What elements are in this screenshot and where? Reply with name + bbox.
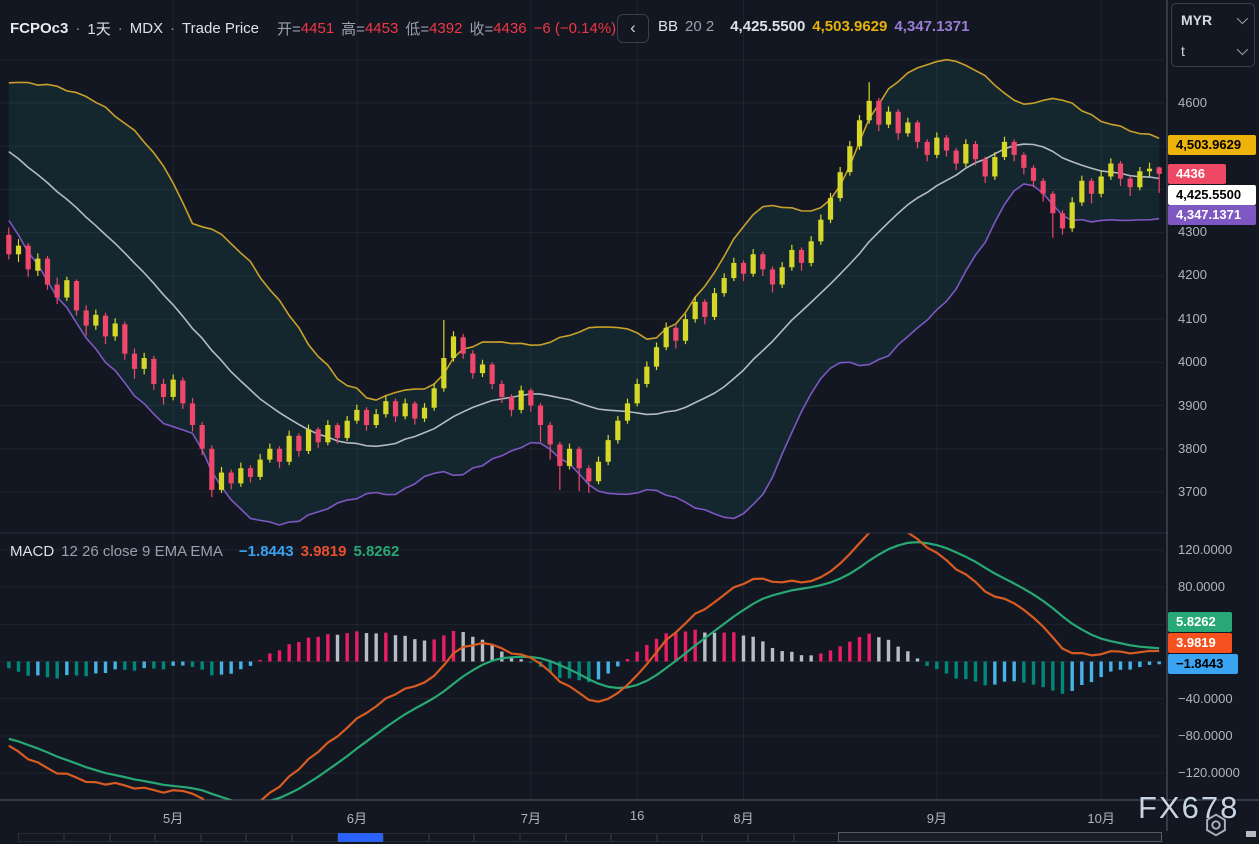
low-label: 低= [405, 18, 429, 39]
bb-params: 20 2 [685, 18, 714, 35]
scrollbar-segment[interactable] [429, 833, 475, 842]
bb-legend[interactable]: BB 20 2 4,425.5500 4,503.9629 4,347.1371 [658, 18, 969, 35]
scrollbar-segment[interactable] [64, 833, 110, 842]
separator-dot: · [118, 20, 123, 37]
price-axis-label: 4600 [1178, 95, 1207, 111]
scrollbar-range-box[interactable] [838, 832, 1162, 842]
scrollbar-segment[interactable] [702, 833, 748, 842]
scrollbar-active-segment[interactable] [338, 833, 384, 842]
close-label: 收= [469, 18, 493, 39]
scrollbar-corner[interactable] [1246, 831, 1256, 837]
high-value: 4453 [365, 20, 398, 37]
time-axis-label: 8月 [733, 808, 753, 827]
price-axis-label: 3900 [1178, 398, 1207, 414]
separator-dot: · [170, 20, 175, 37]
bb-name: BB [658, 18, 678, 35]
scrollbar-segment[interactable] [246, 833, 292, 842]
price-axis[interactable]: MYR t 4600 4300 4200 4100 4000 3900 3800 3700 12… [1167, 0, 1259, 831]
chart-scrollbar[interactable] [0, 831, 1259, 844]
price-axis-label: −120.0000 [1178, 765, 1240, 781]
macd-signal-value: 5.8262 [353, 543, 399, 560]
price-badge: 5.8262 [1168, 612, 1232, 632]
scrollbar-segment[interactable] [155, 833, 201, 842]
time-axis-label: 5月 [163, 808, 183, 827]
gear-icon[interactable] [1203, 812, 1229, 838]
chart-area[interactable] [0, 0, 1259, 844]
chevron-down-icon [1237, 43, 1248, 54]
price-axis-label: 4000 [1178, 354, 1207, 370]
symbol-legend: FCPOc3 · 1天 · MDX · Trade Price 开=4451 高… [10, 18, 616, 39]
time-axis-label: 9月 [927, 808, 947, 827]
unit-value: t [1181, 43, 1185, 59]
macd-params: 12 26 close 9 EMA EMA [61, 543, 223, 560]
open-label: 开= [277, 18, 301, 39]
time-axis[interactable]: 5月 6月 7月 16 8月 9月 10月 [0, 800, 1167, 831]
macd-grid [0, 533, 1164, 800]
macd-legend[interactable]: MACD 12 26 close 9 EMA EMA −1.8443 3.981… [10, 543, 399, 560]
chart-canvas[interactable] [0, 0, 1259, 844]
price-badge: 4,425.5500 [1168, 185, 1256, 205]
price-badge: 4,347.1371 [1168, 205, 1256, 225]
time-axis-label: 7月 [521, 808, 541, 827]
price-axis-label: 4100 [1178, 311, 1207, 327]
high-label: 高= [341, 18, 365, 39]
change-value: −6 (−0.14%) [534, 20, 617, 37]
scrollbar-segment[interactable] [566, 833, 612, 842]
price-axis-label: 3700 [1178, 484, 1207, 500]
scrollbar-segment[interactable] [748, 833, 794, 842]
separator-dot: · [75, 20, 80, 37]
time-axis-label: 10月 [1087, 808, 1114, 827]
open-value: 4451 [301, 20, 334, 37]
trading-chart-window: FCPOc3 · 1天 · MDX · Trade Price 开=4451 高… [0, 0, 1259, 844]
price-badge: 3.9819 [1168, 633, 1232, 653]
legend-collapse-button[interactable]: ‹ [617, 14, 649, 43]
price-axis-label: 80.0000 [1178, 579, 1225, 595]
scrollbar-segment[interactable] [292, 833, 338, 842]
bollinger-bands [9, 60, 1159, 525]
chevron-down-icon [1237, 12, 1248, 23]
scrollbar-segment[interactable] [611, 833, 657, 842]
price-axis-label: 3800 [1178, 441, 1207, 457]
currency-dropdown[interactable]: MYR [1172, 4, 1254, 35]
price-axis-label: −40.0000 [1178, 691, 1233, 707]
interval-label[interactable]: 1天 [87, 18, 110, 39]
currency-value: MYR [1181, 12, 1212, 28]
unit-dropdown[interactable]: t [1172, 35, 1254, 66]
macd-name: MACD [10, 543, 54, 560]
low-value: 4392 [429, 20, 462, 37]
scrollbar-segment[interactable] [657, 833, 703, 842]
symbol-label[interactable]: FCPOc3 [10, 20, 68, 37]
axis-unit-selector: MYR t [1171, 3, 1255, 67]
scrollbar-segment[interactable] [18, 833, 64, 842]
price-axis-label: 120.0000 [1178, 542, 1232, 558]
bb-basis-value: 4,425.5500 [730, 18, 805, 35]
scrollbar-segment[interactable] [474, 833, 520, 842]
price-axis-label: 4300 [1178, 224, 1207, 240]
scrollbar-segment[interactable] [383, 833, 429, 842]
price-badge: −1.8443 [1168, 654, 1238, 674]
price-badge: 4436 [1168, 164, 1226, 184]
macd-hist-value: −1.8443 [239, 543, 294, 560]
bb-upper-value: 4,503.9629 [812, 18, 887, 35]
price-badge: 4,503.9629 [1168, 135, 1256, 155]
price-type-label: Trade Price [182, 20, 259, 37]
macd-line-value: 3.9819 [301, 543, 347, 560]
close-value: 4436 [493, 20, 526, 37]
scrollbar-segment[interactable] [794, 833, 840, 842]
bb-lower-value: 4,347.1371 [894, 18, 969, 35]
scrollbar-segment[interactable] [201, 833, 247, 842]
price-axis-label: −80.0000 [1178, 728, 1233, 744]
price-axis-label: 4200 [1178, 267, 1207, 283]
exchange-label: MDX [130, 20, 163, 37]
time-axis-label: 16 [630, 808, 644, 823]
scrollbar-segment[interactable] [520, 833, 566, 842]
time-axis-label: 6月 [347, 808, 367, 827]
scrollbar-segment[interactable] [110, 833, 156, 842]
